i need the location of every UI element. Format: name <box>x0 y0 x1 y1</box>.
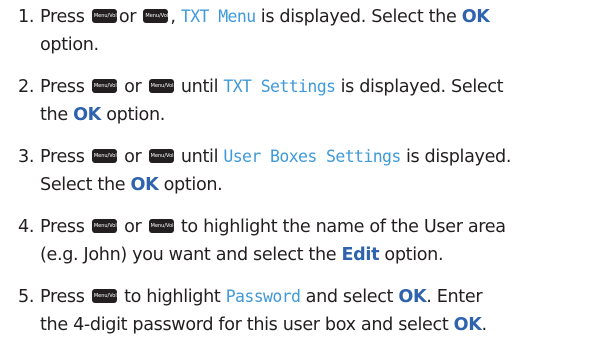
step-line: the OK option. <box>18 101 593 129</box>
step-1: 1. Press Menu/Vol+ or Menu/Vol-, TXT Menu… <box>18 3 593 59</box>
ok-option-label: OK <box>453 315 482 335</box>
step-text: option. <box>384 245 444 265</box>
step-line: option. <box>18 31 593 59</box>
ok-option-label: OK <box>461 7 490 27</box>
step-text: until <box>180 147 219 167</box>
step-text: or <box>124 147 142 167</box>
step-text: . <box>481 315 488 335</box>
step-line: Press Menu/Vol- to highlight Password an… <box>18 283 593 311</box>
menu-vol-up-key-icon: Menu/Vol+ <box>91 9 121 23</box>
step-3: 3. Press Menu/Vol+ or Menu/Vol- until Us… <box>18 143 593 199</box>
lcd-display-text: Password <box>225 287 301 306</box>
step-text: Press <box>40 147 85 167</box>
edit-option-label: Edit <box>341 245 380 265</box>
step-4: 4. Press Menu/Vol+ or Menu/Vol- to highl… <box>18 213 593 269</box>
instruction-document: 1. Press Menu/Vol+ or Menu/Vol-, TXT Menu… <box>0 0 598 351</box>
step-text: option. <box>40 35 99 55</box>
step-2: 2. Press Menu/Vol+ or Menu/Vol- until TX… <box>18 73 593 129</box>
step-text: . Enter <box>426 287 483 307</box>
menu-vol-up-key-icon: Menu/Vol+ <box>91 219 121 233</box>
menu-vol-down-key-icon: Menu/Vol- <box>91 289 119 303</box>
lcd-display-text: TXT Settings <box>223 77 336 96</box>
ok-option-label: OK <box>130 175 159 195</box>
step-text: to highlight <box>124 287 221 307</box>
step-line: Press Menu/Vol+ or Menu/Vol-, TXT Menu is… <box>18 3 593 31</box>
step-text: and select <box>305 287 394 307</box>
step-text: option. <box>163 175 223 195</box>
step-text: Press <box>40 77 85 97</box>
step-number: 2. <box>18 77 35 97</box>
step-number: 1. <box>18 7 35 27</box>
step-number: 5. <box>18 287 35 307</box>
step-text: is displayed. Select the <box>260 7 457 27</box>
step-text: is displayed. <box>405 147 512 167</box>
step-text: Press <box>40 287 85 307</box>
step-text: option. <box>106 105 165 125</box>
step-text: Select the <box>40 175 126 195</box>
step-text: the 4-digit password for this user box a… <box>40 315 449 335</box>
ok-option-label: OK <box>73 105 101 125</box>
step-line: the 4-digit password for this user box a… <box>18 311 593 339</box>
step-line: Press Menu/Vol+ or Menu/Vol- to highligh… <box>18 213 593 241</box>
lcd-display-text: User Boxes Settings <box>223 147 401 166</box>
step-line: Press Menu/Vol+ or Menu/Vol- until User … <box>18 143 593 171</box>
step-number: 4. <box>18 217 35 237</box>
step-text: (e.g. John) you want and select the <box>40 245 337 265</box>
menu-vol-up-key-icon: Menu/Vol+ <box>91 149 121 163</box>
step-text: or <box>124 77 142 97</box>
menu-vol-down-key-icon: Menu/Vol- <box>143 9 170 23</box>
step-text: or <box>118 7 137 27</box>
step-5: 5. Press Menu/Vol- to highlight Password… <box>18 283 593 339</box>
step-text: is displayed. Select <box>340 77 504 97</box>
step-line: (e.g. John) you want and select the Edit… <box>18 241 593 269</box>
step-text: , <box>170 7 176 27</box>
step-text: Press <box>40 217 85 237</box>
step-text: to highlight the name of the User area <box>180 217 506 237</box>
step-line: Press Menu/Vol+ or Menu/Vol- until TXT S… <box>18 73 593 101</box>
menu-vol-up-key-icon: Menu/Vol+ <box>91 79 121 93</box>
step-text: Press <box>40 7 85 27</box>
step-text: until <box>180 77 219 97</box>
lcd-display-text: TXT Menu <box>180 7 256 26</box>
ok-option-label: OK <box>398 287 427 307</box>
step-number: 3. <box>18 147 35 167</box>
step-text: the <box>40 105 68 125</box>
step-line: Select the OK option. <box>18 171 593 199</box>
menu-vol-down-key-icon: Menu/Vol- <box>148 219 175 233</box>
menu-vol-down-key-icon: Menu/Vol- <box>148 79 175 93</box>
menu-vol-down-key-icon: Menu/Vol- <box>148 149 175 163</box>
step-text: or <box>124 217 142 237</box>
